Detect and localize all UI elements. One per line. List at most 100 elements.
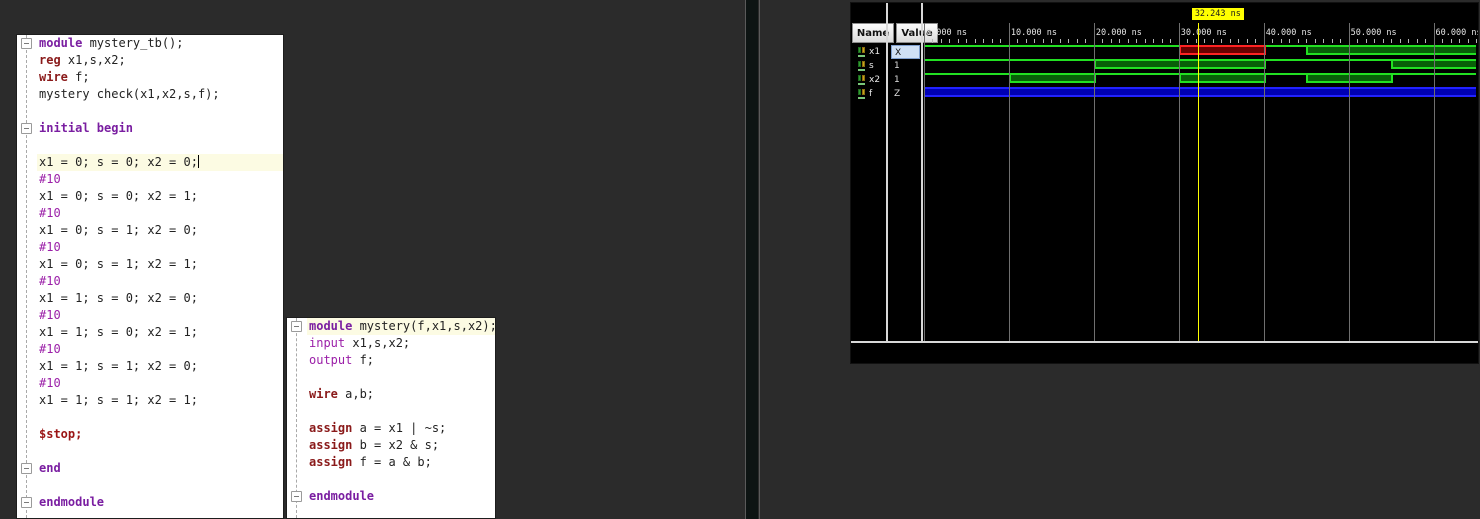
module-code-lines[interactable]: module mystery(f,x1,s,x2); input x1,s,x2;… <box>307 318 495 518</box>
waveform-segment-x1 <box>924 45 1179 55</box>
fold-collapse-icon[interactable] <box>21 463 32 474</box>
code-line[interactable]: output f; <box>307 352 495 369</box>
value-wave-separator[interactable] <box>921 3 923 363</box>
code-line[interactable] <box>37 137 283 154</box>
waveform-segment-x1 <box>1306 45 1476 55</box>
module-fold-gutter[interactable] <box>287 318 307 518</box>
code-line[interactable]: #10 <box>37 171 283 188</box>
time-tick-label: 40.000 ns <box>1265 28 1312 38</box>
time-ruler[interactable]: 0.000 ns 10.000 ns 20.000 ns 30.000 ns 40.00… <box>924 23 1478 43</box>
signal-row-x2[interactable]: x2 <box>857 73 887 87</box>
code-line[interactable]: x1 = 1; s = 0; x2 = 1; <box>37 324 283 341</box>
code-line[interactable]: x1 = 1; s = 1; x2 = 1; <box>37 392 283 409</box>
code-token: module <box>309 319 353 333</box>
waveform-viewer[interactable]: Name Value x1 Xs 1 x2 1 f Z 0.000 ns 10.000 ns 2… <box>850 2 1479 364</box>
code-line[interactable]: wire a,b; <box>307 386 495 403</box>
waveform-top-bar <box>851 3 1478 23</box>
code-line[interactable] <box>307 471 495 488</box>
code-line[interactable]: x1 = 0; s = 0; x2 = 1; <box>37 188 283 205</box>
code-token: x1 = 1; s = 0; x2 = 1; <box>39 325 198 339</box>
code-line[interactable]: #10 <box>37 205 283 222</box>
code-token: $stop; <box>39 427 83 441</box>
code-line[interactable]: endmodule <box>37 494 283 511</box>
signal-row-f[interactable]: f <box>857 87 887 101</box>
signal-value-s[interactable]: 1 <box>891 59 920 73</box>
signal-row-x1[interactable]: x1 <box>857 45 887 59</box>
code-token: mystery(f,x1,s,x2); <box>352 319 496 333</box>
panel-divider-right <box>759 0 760 519</box>
signal-value-x1[interactable]: X <box>891 45 920 59</box>
waveform-footer <box>851 343 1478 363</box>
code-line[interactable] <box>37 103 283 120</box>
signal-value-x2[interactable]: 1 <box>891 73 920 87</box>
code-line[interactable]: #10 <box>37 341 283 358</box>
time-tick-label: 50.000 ns <box>1350 28 1397 38</box>
signal-name-label: s <box>869 61 874 71</box>
testbench-code-lines[interactable]: module mystery_tb(); reg x1,s,x2; wire f; m… <box>37 35 283 518</box>
waveform-segment-x2 <box>924 73 1009 83</box>
signal-pin-icon <box>857 75 866 85</box>
code-line[interactable]: assign a = x1 | ~s; <box>307 420 495 437</box>
time-grid-line <box>1348 23 1350 341</box>
testbench-code-editor[interactable]: module mystery_tb(); reg x1,s,x2; wire f; m… <box>16 34 284 519</box>
code-line[interactable]: #10 <box>37 239 283 256</box>
code-line[interactable]: x1 = 1; s = 0; x2 = 0; <box>37 290 283 307</box>
time-cursor[interactable] <box>1197 23 1199 341</box>
module-code-editor[interactable]: module mystery(f,x1,s,x2); input x1,s,x2;… <box>286 317 496 519</box>
code-line[interactable]: module mystery_tb(); <box>37 35 283 52</box>
signal-row-s[interactable]: s <box>857 59 887 73</box>
fold-expand-icon[interactable] <box>21 123 32 134</box>
code-token: x1 = 0; s = 0; x2 = 1; <box>39 189 198 203</box>
code-line[interactable]: wire f; <box>37 69 283 86</box>
fold-collapse-icon[interactable] <box>291 491 302 502</box>
code-line[interactable]: x1 = 0; s = 1; x2 = 1; <box>37 256 283 273</box>
time-grid-line <box>1433 23 1435 341</box>
code-line[interactable]: reg x1,s,x2; <box>37 52 283 69</box>
code-line[interactable] <box>307 369 495 386</box>
fold-collapse-icon[interactable] <box>21 497 32 508</box>
code-token: endmodule <box>309 489 375 503</box>
waveform-segment-x2 <box>1263 73 1307 83</box>
code-line[interactable]: x1 = 0; s = 0; x2 = 0; <box>37 154 283 171</box>
fold-expand-icon[interactable] <box>21 38 32 49</box>
code-line[interactable]: end <box>37 460 283 477</box>
code-line[interactable] <box>37 477 283 494</box>
code-line[interactable]: input x1,s,x2; <box>307 335 495 352</box>
waveform-segment-s <box>1263 59 1392 69</box>
code-token: wire <box>309 387 338 401</box>
code-line[interactable]: #10 <box>37 375 283 392</box>
code-line[interactable]: initial begin <box>37 120 283 137</box>
application-window: module mystery_tb(); reg x1,s,x2; wire f; m… <box>0 0 1480 519</box>
signal-name-label: f <box>869 89 873 99</box>
fold-guide-line <box>26 35 27 518</box>
time-grid-line <box>1093 23 1095 341</box>
code-line[interactable]: x1 = 1; s = 1; x2 = 0; <box>37 358 283 375</box>
code-line[interactable] <box>37 409 283 426</box>
fold-expand-icon[interactable] <box>291 321 302 332</box>
code-token: #10 <box>39 342 61 356</box>
waveform-edge-x2 <box>1391 73 1394 83</box>
code-line[interactable]: $stop; <box>37 426 283 443</box>
signal-pin-icon <box>857 61 866 71</box>
code-line[interactable]: #10 <box>37 273 283 290</box>
testbench-fold-gutter[interactable] <box>17 35 37 518</box>
code-token: reg <box>39 53 61 67</box>
code-line[interactable]: #10 <box>37 307 283 324</box>
code-token: #10 <box>39 172 61 186</box>
code-token: x1,s,x2; <box>60 53 126 67</box>
waveform-canvas[interactable] <box>924 43 1478 341</box>
code-line[interactable]: x1 = 0; s = 1; x2 = 0; <box>37 222 283 239</box>
code-line[interactable]: module mystery(f,x1,s,x2); <box>307 318 495 335</box>
time-tick-label: 0.000 ns <box>926 28 967 38</box>
code-line[interactable]: mystery check(x1,x2,s,f); <box>37 86 283 103</box>
code-token: f; <box>352 353 375 367</box>
code-line[interactable]: assign b = x2 & s; <box>307 437 495 454</box>
code-token: x1,s,x2; <box>345 336 411 350</box>
code-line[interactable] <box>307 403 495 420</box>
waveform-segment-x2 <box>1093 73 1179 83</box>
code-line[interactable]: endmodule <box>307 488 495 505</box>
code-line[interactable] <box>37 443 283 460</box>
code-token: #10 <box>39 376 61 390</box>
signal-value-f[interactable]: Z <box>891 87 920 101</box>
code-line[interactable]: assign f = a & b; <box>307 454 495 471</box>
